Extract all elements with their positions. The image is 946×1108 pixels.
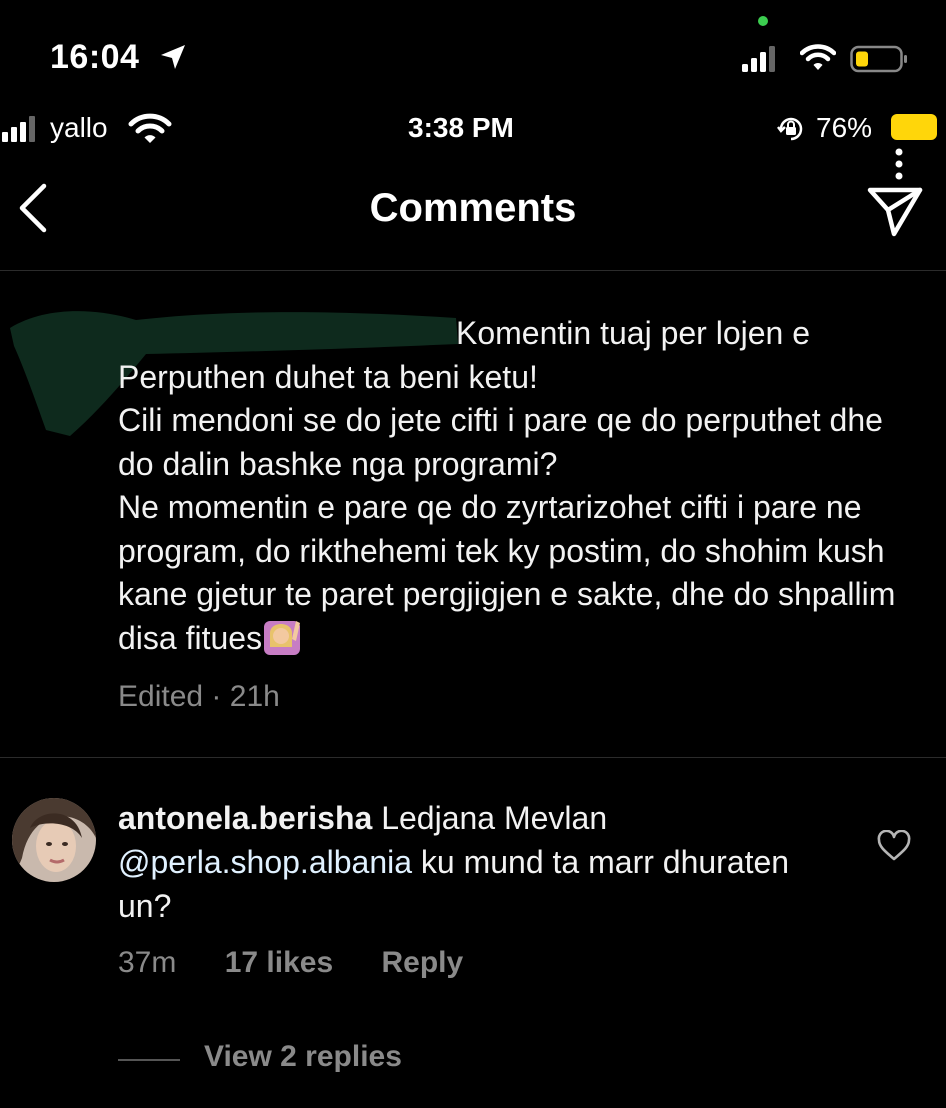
header-divider bbox=[0, 270, 946, 271]
send-direct-icon[interactable] bbox=[864, 182, 924, 238]
caption-divider bbox=[0, 757, 946, 758]
caption-meta: Edited · 21h bbox=[118, 680, 280, 714]
avatar[interactable] bbox=[12, 798, 96, 882]
camera-in-use-indicator bbox=[758, 16, 768, 26]
screen-recording-dots-icon bbox=[895, 148, 903, 180]
avatar-photo-icon bbox=[12, 798, 96, 882]
inner-wifi-icon bbox=[128, 113, 172, 143]
caption-body: Perputhen duhet ta beni ketu! Cili mendo… bbox=[118, 356, 918, 661]
comment-likes-link[interactable]: 17 likes bbox=[225, 946, 333, 979]
caption-body-text: Perputhen duhet ta beni ketu! Cili mendo… bbox=[118, 358, 896, 656]
caption-age: 21h bbox=[229, 680, 280, 713]
comment-body: antonela.berisha Ledjana Mevlan @perla.s… bbox=[118, 796, 838, 928]
replies-line bbox=[118, 1059, 180, 1061]
carrier-name: yallo bbox=[50, 112, 108, 143]
person-raising-hand-emoji-icon bbox=[264, 620, 301, 655]
comment-username[interactable]: antonela.berisha bbox=[118, 800, 372, 836]
comment-meta: 37m 17 likes Reply bbox=[118, 946, 503, 980]
battery-percentage: 76% bbox=[816, 112, 873, 143]
outer-status-time: 16:04 bbox=[50, 38, 140, 76]
inner-signal-icon bbox=[2, 116, 35, 142]
comment-age: 37m bbox=[118, 946, 177, 979]
comment-text-start: Ledjana Mevlan bbox=[381, 800, 608, 836]
wifi-icon bbox=[800, 44, 836, 70]
cellular-signal-icon bbox=[742, 46, 775, 72]
caption-text: Komentin tuaj per lojen e Perputhen duhe… bbox=[118, 312, 918, 660]
inner-battery-icon bbox=[891, 114, 937, 140]
reply-button[interactable]: Reply bbox=[381, 946, 463, 979]
caption-meta-separator: · bbox=[211, 680, 222, 713]
battery-low-power-icon bbox=[850, 45, 907, 73]
inner-status-time: 3:38 PM bbox=[408, 112, 514, 143]
caption-line-1: Komentin tuaj per lojen e bbox=[456, 315, 810, 351]
view-replies-button[interactable]: View 2 replies bbox=[204, 1040, 402, 1074]
page-title: Comments bbox=[369, 186, 577, 230]
caption-edited-label: Edited bbox=[118, 680, 204, 713]
location-arrow-icon bbox=[161, 45, 185, 69]
comment-mention-link[interactable]: @perla.shop.albania bbox=[118, 844, 412, 880]
like-heart-icon[interactable] bbox=[876, 830, 912, 862]
rotation-lock-icon bbox=[777, 117, 803, 141]
